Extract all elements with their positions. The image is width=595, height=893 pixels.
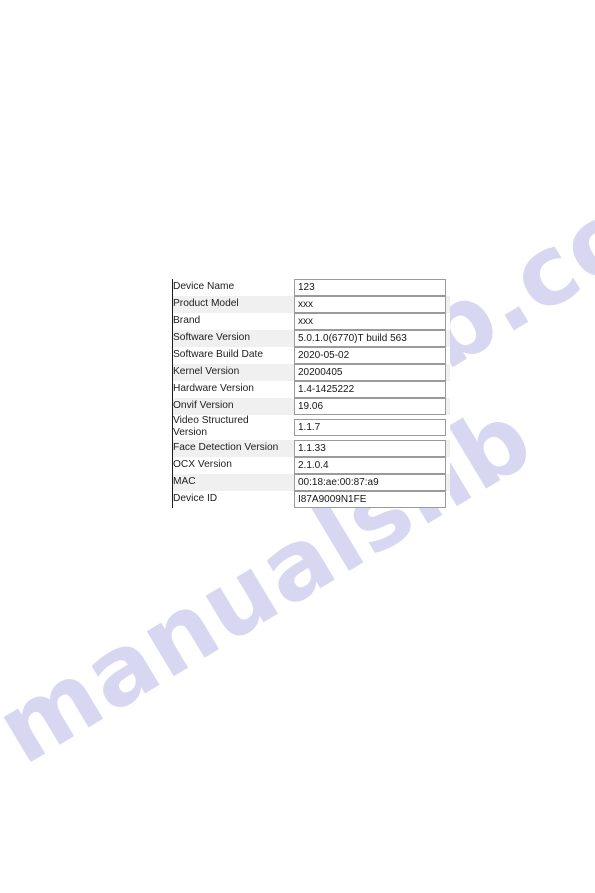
page-canvas: manualslib slib.com Device Name 123 Prod… (0, 0, 595, 893)
row-label-product-model: Product Model (173, 298, 239, 310)
table-row: Brand xxx (173, 313, 450, 330)
row-label-device-id: Device ID (173, 493, 218, 505)
table-row: Device Name 123 (173, 279, 450, 296)
row-value-cell: 123 (294, 279, 450, 296)
row-value-cell: I87A9009N1FE (294, 490, 450, 508)
table-row: Video Structured Version 1.1.7 (173, 415, 450, 440)
row-label-video-structured-version: Video Structured Version (173, 415, 294, 440)
table-row: Software Version 5.0.1.0(6770)T build 56… (173, 330, 450, 347)
table-row: OCX Version 2.1.0.4 (173, 456, 450, 474)
kernel-version-input[interactable]: 20200405 (294, 364, 446, 381)
table-row: Face Detection Version 1.1.33 (173, 439, 450, 457)
video-structured-version-input[interactable]: 1.1.7 (294, 418, 446, 436)
table-row: Software Build Date 2020-05-02 (173, 347, 450, 364)
label-line-2: Version (173, 427, 207, 439)
hardware-version-input[interactable]: 1.4-1425222 (294, 381, 446, 398)
mac-input[interactable]: 00:18:ae:00:87:a9 (294, 473, 446, 491)
row-label-brand: Brand (173, 315, 201, 327)
row-value-cell: xxx (294, 313, 450, 330)
row-value-cell: 2.1.0.4 (294, 456, 450, 474)
row-value-cell: 1.1.7 (294, 415, 450, 440)
row-label-device-name: Device Name (173, 281, 235, 293)
row-label-face-detection-version: Face Detection Version (173, 442, 279, 454)
table-row: Kernel Version 20200405 (173, 364, 450, 381)
row-label-mac: MAC (173, 476, 196, 488)
row-label-hardware-version: Hardware Version (173, 383, 254, 395)
row-value-cell: xxx (294, 296, 450, 313)
software-version-input[interactable]: 5.0.1.0(6770)T build 563 (294, 330, 446, 347)
onvif-version-input[interactable]: 19.06 (294, 398, 446, 415)
table-row: MAC 00:18:ae:00:87:a9 (173, 473, 450, 491)
row-label-onvif-version: Onvif Version (173, 400, 234, 412)
software-build-date-input[interactable]: 2020-05-02 (294, 347, 446, 364)
row-value-cell: 5.0.1.0(6770)T build 563 (294, 330, 450, 347)
row-label-ocx-version: OCX Version (173, 459, 232, 471)
brand-input[interactable]: xxx (294, 313, 446, 330)
row-value-cell: 1.4-1425222 (294, 381, 450, 398)
product-model-input[interactable]: xxx (294, 296, 446, 313)
row-label-software-build-date: Software Build Date (173, 349, 264, 361)
row-value-cell: 20200405 (294, 364, 450, 381)
ocx-version-input[interactable]: 2.1.0.4 (294, 456, 446, 474)
row-value-cell: 1.1.33 (294, 439, 450, 457)
label-line-1: Video Structured (173, 415, 249, 426)
table-row: Device ID I87A9009N1FE (173, 490, 450, 508)
row-value-cell: 00:18:ae:00:87:a9 (294, 473, 450, 491)
table-row: Product Model xxx (173, 296, 450, 313)
face-detection-version-input[interactable]: 1.1.33 (294, 439, 446, 457)
table-row: Onvif Version 19.06 (173, 398, 450, 415)
device-id-input[interactable]: I87A9009N1FE (294, 490, 446, 508)
row-value-cell: 19.06 (294, 398, 450, 415)
row-label-kernel-version: Kernel Version (173, 366, 240, 378)
table-row: Hardware Version 1.4-1425222 (173, 381, 450, 398)
row-label-software-version: Software Version (173, 332, 251, 344)
device-information-table: Device Name 123 Product Model xxx Brand … (173, 279, 450, 508)
row-value-cell: 2020-05-02 (294, 347, 450, 364)
device-name-input[interactable]: 123 (294, 279, 446, 296)
device-information-panel: Device Name 123 Product Model xxx Brand … (172, 279, 450, 508)
